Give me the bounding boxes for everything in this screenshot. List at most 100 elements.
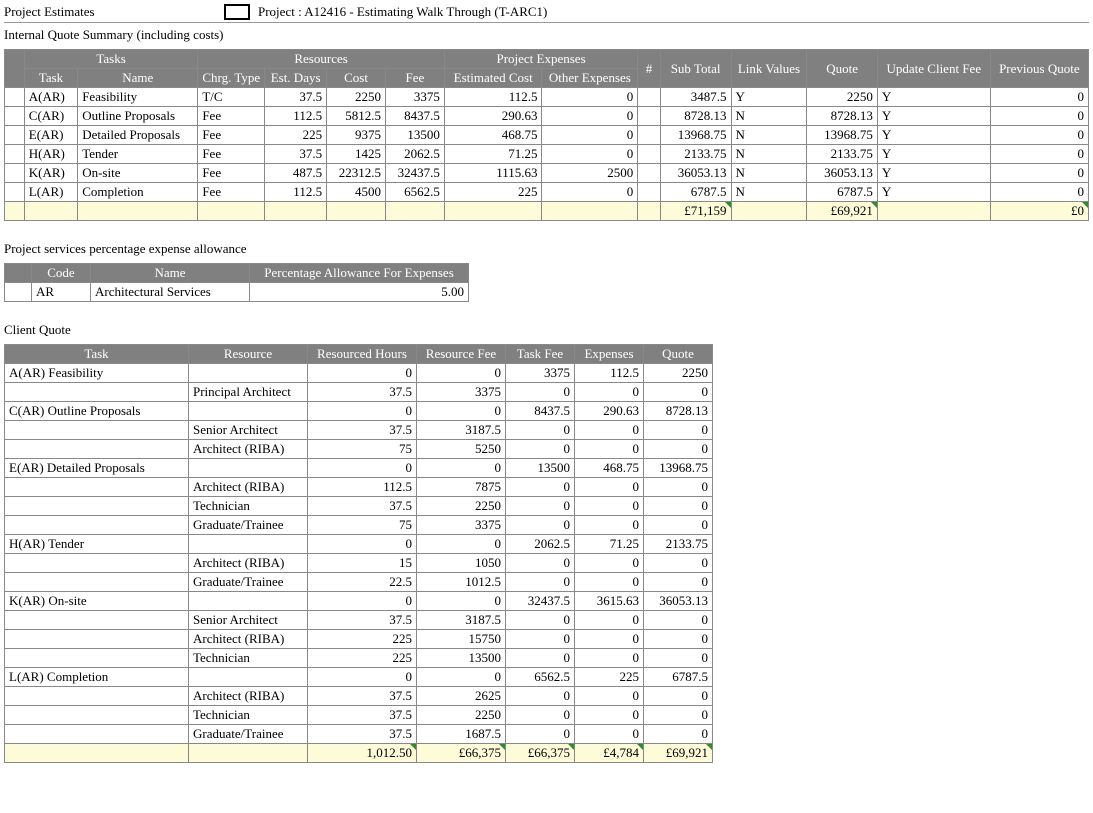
- cell-fee: 3375: [385, 88, 444, 107]
- cq-cell-exp: 225: [575, 668, 644, 687]
- cq-cell-tfee: 13500: [506, 459, 575, 478]
- cell-task: E(AR): [24, 126, 77, 145]
- client-quote-row: Technician22513500000: [5, 649, 713, 668]
- cell-chrg-type: Fee: [198, 107, 265, 126]
- cq-cell-quote: 6787.5: [644, 668, 713, 687]
- cell-cost: 1425: [327, 145, 386, 164]
- col-code: Code: [32, 264, 91, 283]
- cq-cell-quote: 36053.13: [644, 592, 713, 611]
- internal-quote-title: Internal Quote Summary (including costs): [4, 27, 1089, 43]
- cell-cost: 22312.5: [327, 164, 386, 183]
- cq-cell-hours: 0: [308, 592, 417, 611]
- internal-quote-row: A(AR)FeasibilityT/C37.522503375112.50348…: [5, 88, 1089, 107]
- col-pct: Percentage Allowance For Expenses: [250, 264, 469, 283]
- cq-cell-quote: 13968.75: [644, 459, 713, 478]
- cq-cell-resource: Graduate/Trainee: [189, 516, 308, 535]
- cq-total-rfee: £66,375: [417, 744, 506, 763]
- cell-name: Tender: [78, 145, 198, 164]
- cq-cell-quote: 0: [644, 554, 713, 573]
- client-quote-row: E(AR) Detailed Proposals0013500468.75139…: [5, 459, 713, 478]
- cq-cell-hours: 0: [308, 402, 417, 421]
- cq-cell-quote: 0: [644, 687, 713, 706]
- cell-link-values: Y: [731, 88, 807, 107]
- cq-cell-hours: 37.5: [308, 497, 417, 516]
- cell-quote: 6787.5: [807, 183, 877, 202]
- cq-cell-task: [5, 687, 189, 706]
- cq-cell-exp: 0: [575, 611, 644, 630]
- cq-cell-quote: 0: [644, 383, 713, 402]
- cq-cell-tfee: 6562.5: [506, 668, 575, 687]
- cq-cell-hours: 0: [308, 364, 417, 383]
- cq-cell-rfee: 0: [417, 459, 506, 478]
- cell-update-fee: Y: [877, 145, 990, 164]
- cell-name: Feasibility: [78, 88, 198, 107]
- client-quote-row: K(AR) On-site0032437.53615.6336053.13: [5, 592, 713, 611]
- report-header: Project Estimates Project : A12416 - Est…: [4, 4, 1089, 23]
- cq-cell-resource: Architect (RIBA): [189, 630, 308, 649]
- cell-link-values: N: [731, 145, 807, 164]
- cq-cell-tfee: 2062.5: [506, 535, 575, 554]
- cell-update-fee: Y: [877, 107, 990, 126]
- col-hash: #: [638, 50, 660, 88]
- cell-subtotal: 13968.75: [660, 126, 731, 145]
- cell-task: C(AR): [24, 107, 77, 126]
- cq-cell-tfee: 0: [506, 383, 575, 402]
- cell-prev-quote: 0: [990, 88, 1088, 107]
- cell-est-days: 37.5: [265, 88, 327, 107]
- cq-cell-exp: 468.75: [575, 459, 644, 478]
- cq-cell-tfee: 0: [506, 611, 575, 630]
- pct-allowance-title: Project services percentage expense allo…: [4, 241, 1089, 257]
- cq-col-tfee: Task Fee: [506, 345, 575, 364]
- cq-cell-hours: 37.5: [308, 421, 417, 440]
- cq-cell-task: [5, 649, 189, 668]
- cq-cell-tfee: 0: [506, 478, 575, 497]
- cell-est-cost: 290.63: [444, 107, 542, 126]
- cq-cell-quote: 8728.13: [644, 402, 713, 421]
- cq-cell-resource: Architect (RIBA): [189, 687, 308, 706]
- cq-cell-exp: 0: [575, 554, 644, 573]
- cq-cell-tfee: 0: [506, 630, 575, 649]
- cq-cell-exp: 3615.63: [575, 592, 644, 611]
- cq-cell-tfee: 8437.5: [506, 402, 575, 421]
- cq-col-exp: Expenses: [575, 345, 644, 364]
- cell-update-fee: Y: [877, 183, 990, 202]
- cq-cell-tfee: 0: [506, 421, 575, 440]
- cq-cell-task: [5, 573, 189, 592]
- cq-cell-exp: 0: [575, 516, 644, 535]
- pct-row: AR Architectural Services 5.00: [5, 283, 469, 302]
- cq-cell-task: [5, 611, 189, 630]
- cell-chrg-type: Fee: [198, 145, 265, 164]
- cq-cell-task: [5, 554, 189, 573]
- cq-cell-quote: 0: [644, 516, 713, 535]
- cell-other-exp: 0: [542, 183, 638, 202]
- client-quote-row: Graduate/Trainee22.51012.5000: [5, 573, 713, 592]
- group-resources: Resources: [198, 50, 445, 69]
- total-subtotal: £71,159: [660, 202, 731, 221]
- cq-cell-resource: Architect (RIBA): [189, 554, 308, 573]
- cell-fee: 2062.5: [385, 145, 444, 164]
- cq-cell-tfee: 0: [506, 573, 575, 592]
- group-expenses: Project Expenses: [444, 50, 637, 69]
- pct-allowance-table: Code Name Percentage Allowance For Expen…: [4, 263, 469, 302]
- total-quote: £69,921: [807, 202, 877, 221]
- cell-quote: 8728.13: [807, 107, 877, 126]
- cq-cell-rfee: 3375: [417, 383, 506, 402]
- cq-cell-rfee: 3375: [417, 516, 506, 535]
- cq-cell-exp: 0: [575, 421, 644, 440]
- cq-cell-hours: 0: [308, 668, 417, 687]
- cq-cell-rfee: 2250: [417, 706, 506, 725]
- cq-cell-resource: [189, 402, 308, 421]
- cq-cell-resource: Technician: [189, 706, 308, 725]
- cell-link-values: N: [731, 183, 807, 202]
- cq-cell-hours: 225: [308, 649, 417, 668]
- cell-cost: 2250: [327, 88, 386, 107]
- cq-cell-task: [5, 725, 189, 744]
- cq-cell-hours: 225: [308, 630, 417, 649]
- col-task: Task: [24, 69, 77, 88]
- cq-cell-hours: 37.5: [308, 706, 417, 725]
- cq-cell-resource: [189, 668, 308, 687]
- cell-update-fee: Y: [877, 126, 990, 145]
- client-quote-row: Architect (RIBA)151050000: [5, 554, 713, 573]
- cq-cell-task: [5, 383, 189, 402]
- cell-est-days: 225: [265, 126, 327, 145]
